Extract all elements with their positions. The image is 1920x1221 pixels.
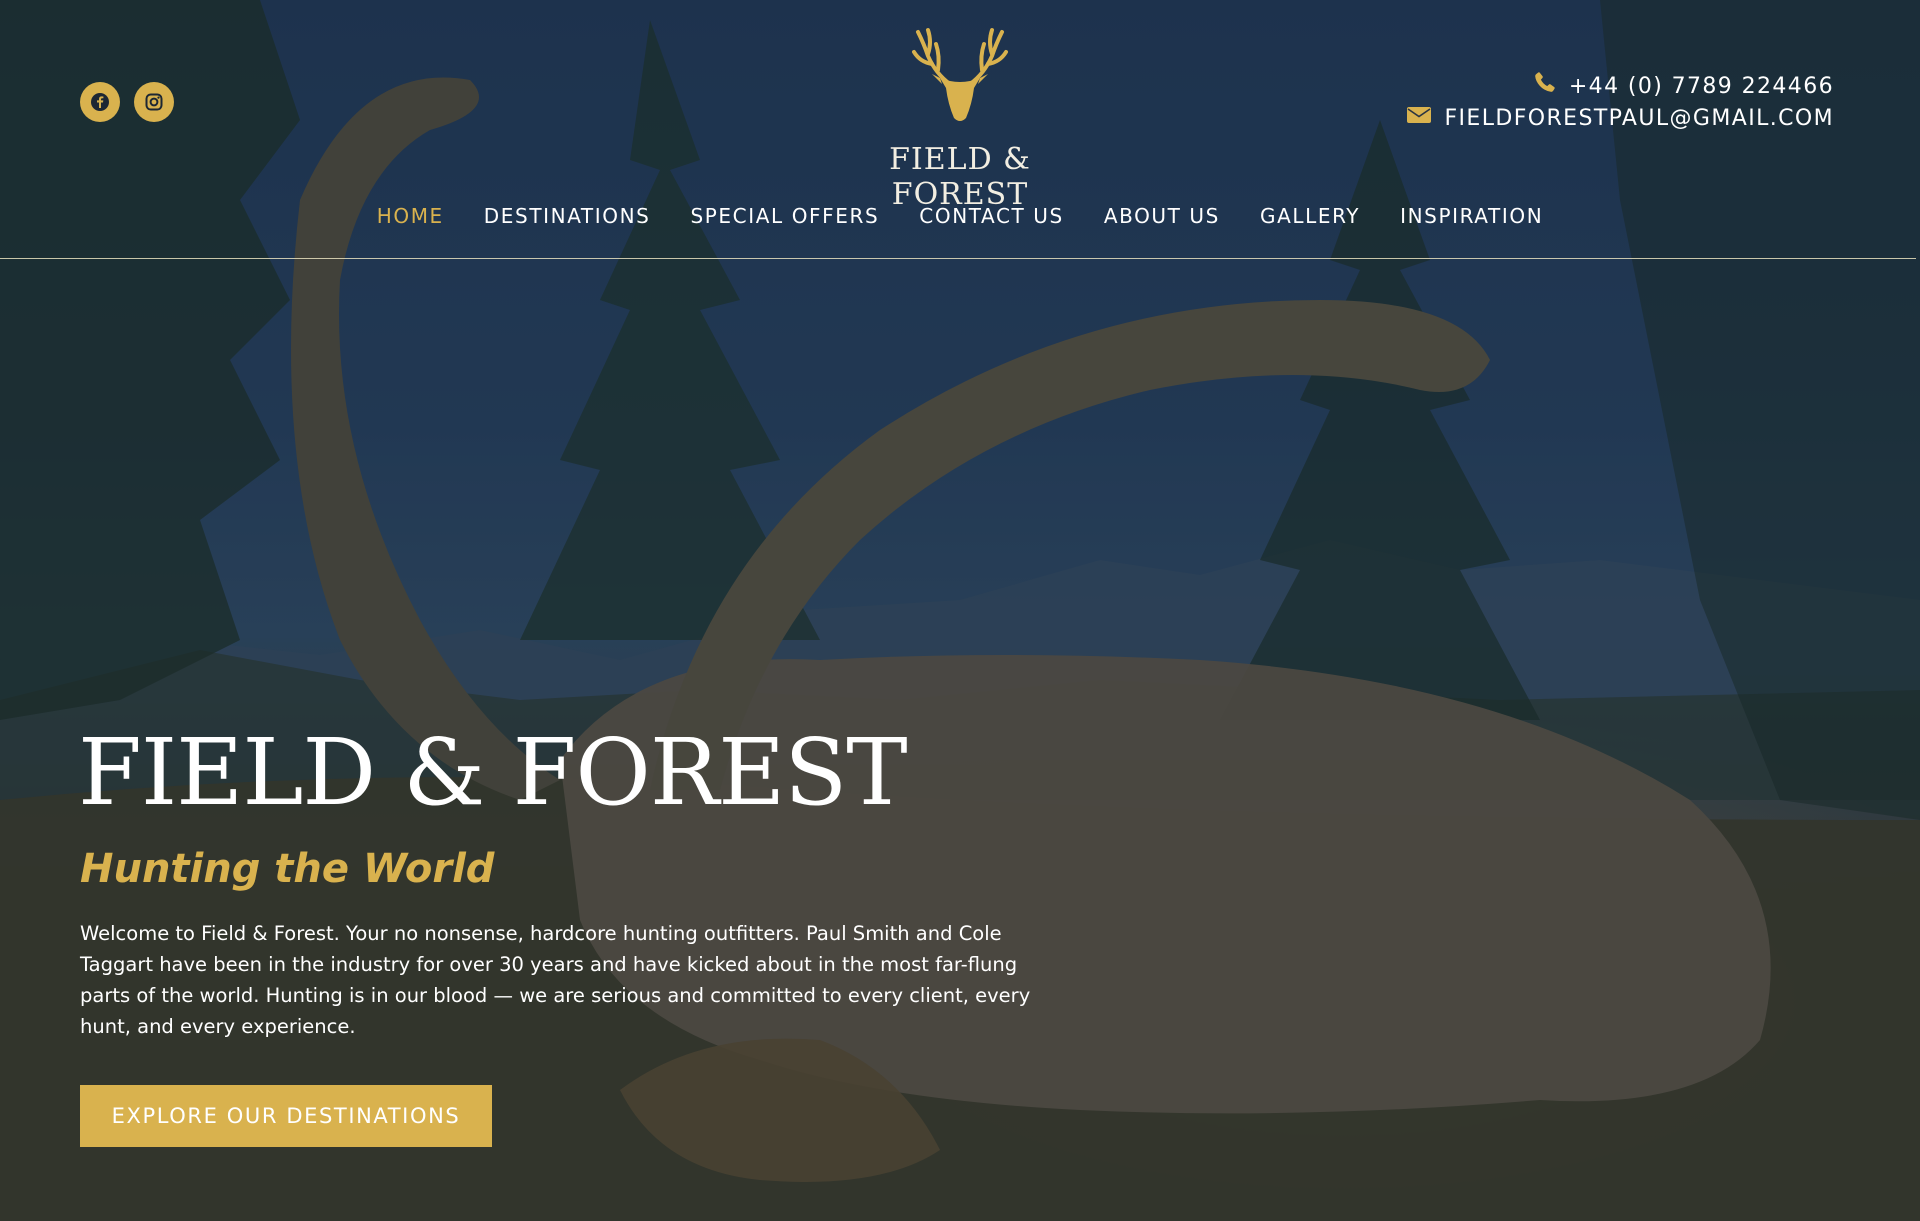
email-link[interactable]: FIELDFORESTPAUL@GMAIL.COM xyxy=(1406,103,1834,134)
email-address: FIELDFORESTPAUL@GMAIL.COM xyxy=(1444,106,1834,131)
nav-inspiration[interactable]: INSPIRATION xyxy=(1380,204,1563,228)
logo-text: FIELD & FOREST xyxy=(889,142,1031,212)
envelope-icon xyxy=(1406,103,1444,134)
nav-about-us[interactable]: ABOUT US xyxy=(1084,204,1240,228)
explore-destinations-button[interactable]: EXPLORE OUR DESTINATIONS xyxy=(80,1085,492,1147)
phone-number: +44 (0) 7789 224466 xyxy=(1568,74,1834,99)
phone-icon xyxy=(1533,70,1569,103)
header-divider xyxy=(0,258,1916,259)
site-logo[interactable]: FIELD & FOREST xyxy=(845,26,1075,212)
nav-destinations[interactable]: DESTINATIONS xyxy=(464,204,671,228)
nav-contact-us[interactable]: CONTACT US xyxy=(899,204,1084,228)
social-links xyxy=(80,82,174,122)
header-contact: +44 (0) 7789 224466 FIELDFORESTPAUL@GMAI… xyxy=(1406,70,1834,134)
hero-subtitle: Hunting the World xyxy=(80,846,495,892)
instagram-link[interactable] xyxy=(134,82,174,122)
nav-special-offers[interactable]: SPECIAL OFFERS xyxy=(670,204,899,228)
facebook-link[interactable] xyxy=(80,82,120,122)
nav-home[interactable]: HOME xyxy=(357,204,464,228)
nav-gallery[interactable]: GALLERY xyxy=(1240,204,1380,228)
instagram-icon xyxy=(144,92,164,112)
deer-antler-icon xyxy=(910,28,1010,128)
hero-intro-text: Welcome to Field & Forest. Your no nonse… xyxy=(80,922,1031,1038)
phone-link[interactable]: +44 (0) 7789 224466 xyxy=(1406,70,1834,103)
facebook-icon xyxy=(90,92,110,112)
hero-title: FIELD & FOREST xyxy=(78,719,908,826)
main-nav: HOME DESTINATIONS SPECIAL OFFERS CONTACT… xyxy=(0,204,1920,228)
